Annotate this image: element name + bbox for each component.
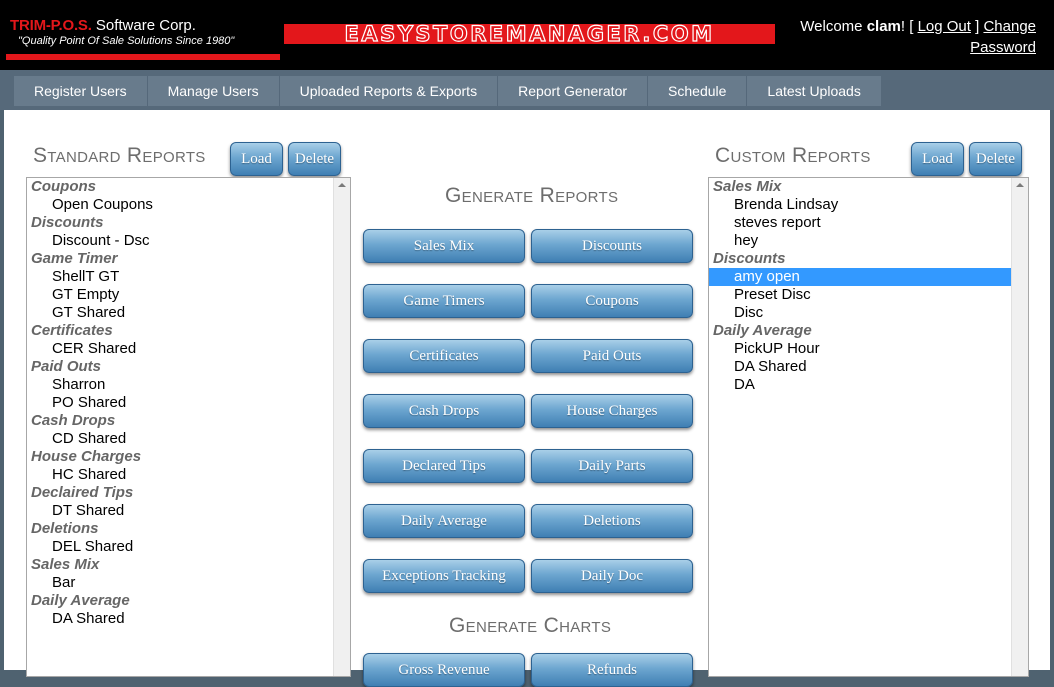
report-option-del-shared[interactable]: DEL Shared [27,538,334,556]
report-option-cer-shared[interactable]: CER Shared [27,340,334,358]
report-option-bar[interactable]: Bar [27,574,334,592]
site-header: TRIM-P.O.S. Software Corp. "Quality Poin… [0,0,1054,70]
option-group-label: Game Timer [31,250,118,267]
username: clam [866,18,901,35]
company-logo: TRIM-P.O.S. Software Corp. "Quality Poin… [6,14,280,60]
custom-load-button[interactable]: Load [911,142,964,176]
option-group-label: Daily Average [713,322,812,339]
report-option-da-shared[interactable]: DA Shared [27,610,334,628]
daily-average-report-button[interactable]: Daily Average [363,504,525,538]
generate-reports-title: Generate Reports [445,184,619,207]
nav-manage-users[interactable]: Manage Users [147,76,280,106]
custom-reports-scrollbar[interactable] [1011,178,1028,676]
report-option-preset-disc[interactable]: Preset Disc [709,286,1012,304]
gross-revenue-chart-button[interactable]: Gross Revenue [363,653,525,687]
option-group-label: Sales Mix [31,556,100,573]
report-option-sharron[interactable]: Sharron [27,376,334,394]
logo-underline [6,54,280,60]
report-option-gt-empty[interactable]: GT Empty [27,286,334,304]
option-group-label: Paid Outs [31,358,102,375]
site-banner-logo: EASYSTOREMANAGER.COM [284,24,775,44]
option-group-label: Certificates [31,322,113,339]
custom-reports-title: Custom Reports [715,144,871,167]
report-option-steves-report[interactable]: steves report [709,214,1012,232]
standard-reports-title: Standard Reports [33,144,206,167]
exceptions-tracking-report-button[interactable]: Exceptions Tracking [363,559,525,593]
daily-parts-report-button[interactable]: Daily Parts [531,449,693,483]
deletions-report-button[interactable]: Deletions [531,504,693,538]
scroll-up-icon[interactable] [338,183,346,187]
logo-tagline: "Quality Point Of Sale Solutions Since 1… [18,35,235,47]
report-option-dt-shared[interactable]: DT Shared [27,502,334,520]
report-option-discount-dsc[interactable]: Discount - Dsc [27,232,334,250]
generate-charts-title: Generate Charts [449,614,612,637]
custom-reports-list[interactable]: Sales Mix Brenda Lindsay steves report hey D… [708,177,1029,677]
user-area: Welcome clam! [ Log Out ] Change Passwor… [800,18,1036,56]
option-group-label: Discounts [713,250,786,267]
option-group-label: Coupons [31,178,96,195]
logo-company-name: TRIM-P.O.S. Software Corp. [10,17,196,34]
nav-schedule[interactable]: Schedule [648,76,748,106]
custom-delete-button[interactable]: Delete [969,142,1022,176]
nav-register-users[interactable]: Register Users [14,76,148,106]
coupons-report-button[interactable]: Coupons [531,284,693,318]
report-option-disc[interactable]: Disc [709,304,1012,322]
report-option-gt-shared[interactable]: GT Shared [27,304,334,322]
report-option-hey[interactable]: hey [709,232,1012,250]
nav-uploaded-reports[interactable]: Uploaded Reports & Exports [279,76,499,106]
nav-latest-uploads[interactable]: Latest Uploads [747,76,881,106]
report-option-hc-shared[interactable]: HC Shared [27,466,334,484]
standard-delete-button[interactable]: Delete [288,142,341,176]
report-option-open-coupons[interactable]: Open Coupons [27,196,334,214]
cash-drops-report-button[interactable]: Cash Drops [363,394,525,428]
standard-reports-list[interactable]: Coupons Open Coupons Discounts Discount - D… [26,177,351,677]
option-group-label: Deletions [31,520,99,537]
certificates-report-button[interactable]: Certificates [363,339,525,373]
main-nav: Register Users Manage Users Uploaded Rep… [0,70,1054,110]
sales-mix-report-button[interactable]: Sales Mix [363,229,525,263]
option-group-label: House Charges [31,448,142,465]
declared-tips-report-button[interactable]: Declared Tips [363,449,525,483]
report-option-brenda-lindsay[interactable]: Brenda Lindsay [709,196,1012,214]
report-generator-panel: Standard Reports Load Delete Coupons Open… [4,110,1050,687]
daily-doc-report-button[interactable]: Daily Doc [531,559,693,593]
report-option-da[interactable]: DA [709,376,1012,394]
option-group-label: Discounts [31,214,104,231]
option-group-label: Cash Drops [31,412,116,429]
report-option-da-shared[interactable]: DA Shared [709,358,1012,376]
report-option-shellt-gt[interactable]: ShellT GT [27,268,334,286]
report-option-pickup-hour[interactable]: PickUP Hour [709,340,1012,358]
refunds-chart-button[interactable]: Refunds [531,653,693,687]
discounts-report-button[interactable]: Discounts [531,229,693,263]
standard-reports-scrollbar[interactable] [333,178,350,676]
logout-link[interactable]: Log Out [918,18,971,35]
option-group-label: Declaired Tips [31,484,134,501]
scroll-up-icon[interactable] [1016,183,1024,187]
report-option-cd-shared[interactable]: CD Shared [27,430,334,448]
game-timers-report-button[interactable]: Game Timers [363,284,525,318]
paid-outs-report-button[interactable]: Paid Outs [531,339,693,373]
option-group-label: Sales Mix [713,178,782,195]
option-group-label: Daily Average [31,592,130,609]
standard-load-button[interactable]: Load [230,142,283,176]
report-option-amy-open[interactable]: amy open [709,268,1012,286]
nav-report-generator[interactable]: Report Generator [498,76,649,106]
report-option-po-shared[interactable]: PO Shared [27,394,334,412]
house-charges-report-button[interactable]: House Charges [531,394,693,428]
